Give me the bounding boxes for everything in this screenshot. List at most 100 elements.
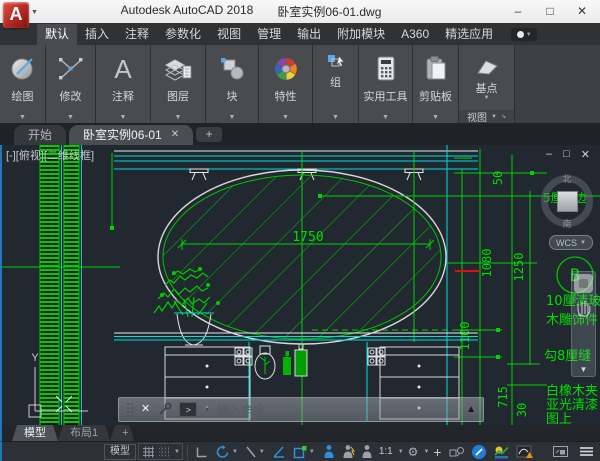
panel-expand-arrow-icon[interactable]: ▼ — [313, 112, 358, 123]
annotation-monitor-plus-button[interactable]: + — [431, 443, 443, 461]
model-space-button[interactable]: 模型 — [104, 444, 136, 460]
command-prompt-icon[interactable]: > — [179, 402, 197, 417]
color-wheel-icon[interactable] — [269, 47, 303, 91]
viewport-close-button[interactable]: ✕ — [581, 148, 590, 161]
panel-expand-arrow-icon[interactable]: ▼ — [0, 112, 45, 123]
app-logo-icon[interactable]: A — [3, 2, 29, 28]
dropdown-arrow-icon[interactable]: ▼ — [484, 95, 490, 101]
new-drawing-tab-button[interactable]: + — [196, 127, 222, 142]
isodraft-button[interactable]: ▼ — [242, 443, 267, 461]
viewcube[interactable]: 北 南 — [538, 172, 596, 230]
panel-label[interactable]: 注释 — [112, 91, 134, 103]
basepoint-icon[interactable] — [470, 47, 504, 83]
panel-expand-arrow-icon[interactable]: ▼ — [413, 112, 458, 123]
close-button[interactable]: ✕ — [566, 1, 598, 22]
navigation-bar[interactable]: ▼ — [571, 271, 596, 377]
close-icon[interactable]: ✕ — [171, 125, 179, 145]
grid-display-icon[interactable] — [157, 445, 172, 459]
groups-icon[interactable] — [321, 47, 351, 77]
view-panel-footer[interactable]: 视图▼↘ — [459, 110, 514, 123]
ribbon-tab-parametric[interactable]: 参数化 — [157, 24, 209, 45]
wcs-dropdown[interactable]: WCS▼ — [549, 235, 593, 250]
polar-tracking-button[interactable]: ▼ — [213, 443, 240, 461]
panel-label[interactable]: 修改 — [60, 91, 82, 103]
panel-expand-arrow-icon[interactable]: ▼ — [96, 112, 150, 123]
clipboard-icon[interactable] — [419, 47, 453, 91]
annotation-visibility-button[interactable] — [319, 443, 337, 461]
file-tab-document[interactable]: 卧室实例06-01✕ — [69, 125, 193, 145]
panel-expand-arrow-icon[interactable]: ▼ — [151, 112, 205, 123]
panel-label[interactable]: 特性 — [275, 91, 297, 103]
viewport-controls-label[interactable]: [-][俯视][二维线框] — [6, 147, 94, 163]
workspace-switching-button[interactable]: ⚙ — [406, 443, 421, 461]
ribbon-tab-annotate[interactable]: 注释 — [117, 24, 157, 45]
layout-tab-layout1[interactable]: 布局1 — [58, 425, 110, 441]
panel-expand-arrow-icon[interactable]: ▼ — [259, 112, 312, 123]
dropdown-arrow-icon[interactable]: ▼ — [309, 449, 315, 455]
ortho-mode-button[interactable] — [192, 443, 211, 461]
ribbon-tab-home[interactable]: 默认 — [37, 24, 77, 45]
command-line-bar[interactable]: ✕ > ▼ 键入命令 ▲ — [118, 397, 484, 422]
draw-icon[interactable] — [6, 47, 40, 91]
customize-wrench-icon[interactable] — [157, 402, 172, 417]
panel-expand-arrow-icon[interactable]: ▼ — [359, 112, 412, 123]
annotation-scale-button[interactable] — [359, 443, 375, 461]
graphics-warning-icon[interactable] — [514, 443, 536, 461]
annotation-scale-value[interactable]: 1:1 — [377, 443, 395, 461]
drag-handle-icon[interactable] — [126, 402, 134, 418]
dropdown-arrow-icon[interactable]: ▼ — [423, 449, 429, 455]
panel-label[interactable]: 基点 — [476, 83, 498, 95]
panel-expand-arrow-icon[interactable]: ▼ — [46, 112, 95, 123]
dropdown-arrow-icon[interactable]: ▼ — [174, 449, 180, 455]
ribbon-tab-output[interactable]: 输出 — [289, 24, 329, 45]
object-snap-tracking-button[interactable] — [269, 443, 288, 461]
media-button[interactable]: ▼ — [511, 28, 537, 41]
chevron-down-icon[interactable]: ▼ — [580, 365, 588, 374]
annotation-autoscale-button[interactable] — [339, 443, 357, 461]
ribbon-tab-addins[interactable]: 附加模块 — [329, 24, 393, 45]
dropdown-arrow-icon[interactable]: ▼ — [204, 407, 210, 413]
command-input[interactable]: 键入命令 — [217, 401, 265, 418]
minimize-button[interactable]: – — [502, 1, 534, 22]
steering-wheel-icon[interactable] — [574, 274, 593, 293]
app-menu-arrow-icon[interactable]: ▼ — [31, 9, 38, 16]
viewport-minimize-button[interactable]: – — [546, 148, 552, 161]
panel-label[interactable]: 组 — [330, 77, 341, 89]
command-history-toggle[interactable]: ▲ — [466, 404, 476, 415]
viewcube-face[interactable] — [557, 191, 578, 212]
modify-icon[interactable] — [54, 47, 88, 91]
drawing-canvas[interactable]: 1750 — [0, 145, 600, 425]
ribbon-tab-featured-apps[interactable]: 精选应用 — [437, 24, 501, 45]
viewcube-north-label[interactable]: 北 — [562, 172, 571, 185]
panel-expand-arrow-icon[interactable]: ▼ — [206, 112, 258, 123]
viewcube-south-label[interactable]: 南 — [562, 217, 571, 230]
dropdown-arrow-icon[interactable]: ▼ — [398, 449, 404, 455]
viewport-restore-button[interactable]: □ — [563, 148, 570, 161]
grid-snap-group[interactable]: ▼ — [138, 443, 183, 460]
annotate-icon[interactable]: A — [106, 47, 140, 91]
close-icon[interactable]: ✕ — [141, 398, 150, 421]
layers-icon[interactable] — [161, 47, 195, 91]
ribbon-tab-view[interactable]: 视图 — [209, 24, 249, 45]
dropdown-arrow-icon[interactable]: ▼ — [259, 449, 265, 455]
fullscreen-button[interactable] — [550, 443, 571, 461]
customization-menu-button[interactable] — [577, 443, 596, 461]
new-layout-button[interactable]: + — [110, 425, 134, 441]
panel-label[interactable]: 实用工具 — [364, 91, 408, 103]
calculator-icon[interactable] — [369, 47, 403, 91]
hardware-acceleration-button[interactable] — [469, 443, 489, 461]
panel-label[interactable]: 块 — [227, 91, 238, 103]
performance-analyzer-icon[interactable] — [491, 443, 512, 461]
file-tab-start[interactable]: 开始 — [14, 125, 66, 145]
snap-grid-icon[interactable] — [141, 445, 156, 459]
block-icon[interactable] — [215, 47, 249, 91]
maximize-button[interactable]: □ — [534, 1, 566, 22]
panel-label[interactable]: 剪贴板 — [419, 91, 452, 103]
layout-tab-model[interactable]: 模型 — [12, 425, 58, 441]
isolate-objects-button[interactable] — [446, 443, 467, 461]
ribbon-tab-manage[interactable]: 管理 — [249, 24, 289, 45]
object-snap-button[interactable]: ▼ — [290, 443, 317, 461]
ribbon-tab-insert[interactable]: 插入 — [77, 24, 117, 45]
pan-hand-icon[interactable] — [576, 299, 592, 319]
panel-label[interactable]: 绘图 — [12, 91, 34, 103]
